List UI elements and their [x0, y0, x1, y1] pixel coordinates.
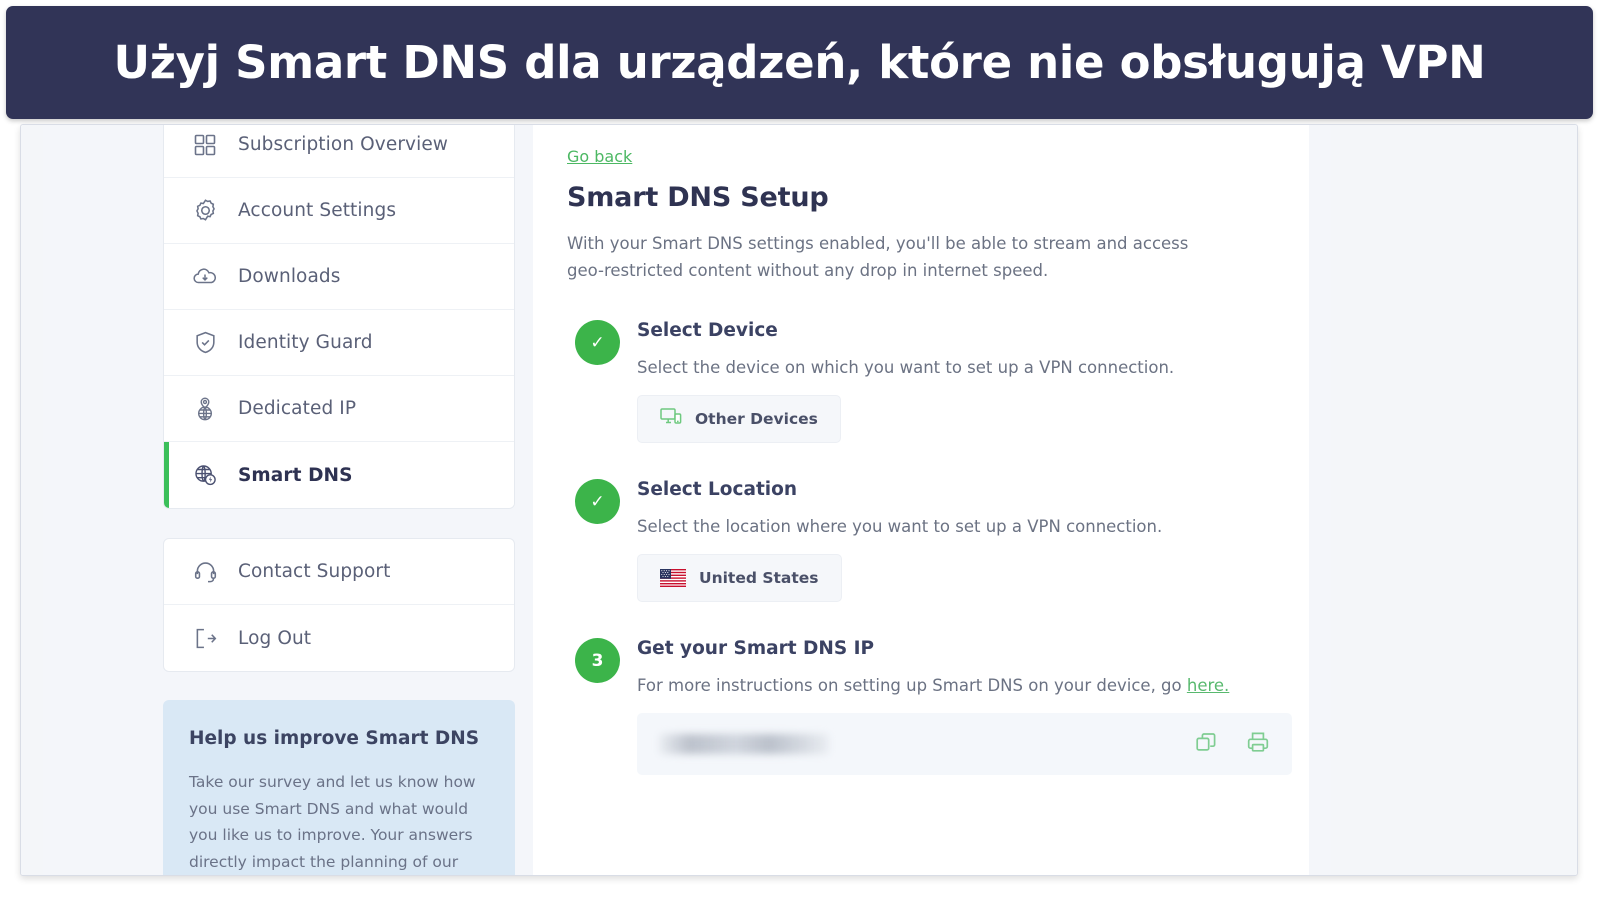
print-icon[interactable]	[1246, 730, 1270, 758]
page-description: With your Smart DNS settings enabled, yo…	[567, 234, 1189, 280]
chip-label: United States	[699, 569, 819, 588]
ip-field-actions	[1194, 730, 1270, 758]
sidebar-item-account-settings[interactable]: Account Settings	[164, 178, 514, 244]
sidebar-item-label: Subscription Overview	[238, 134, 449, 155]
step-description: Select the device on which you want to s…	[637, 358, 1175, 378]
step-select-device: ✓ Select Device Select the device on whi…	[567, 320, 1309, 444]
step-status-badge-check: ✓	[575, 320, 620, 366]
sidebar: Subscription Overview Account Settings D…	[163, 125, 515, 875]
step-description: Select the location where you want to se…	[637, 517, 1163, 537]
smart-dns-ip-field[interactable]	[637, 713, 1292, 776]
step-status-badge-check: ✓	[575, 479, 620, 525]
cloud-download-icon	[190, 262, 220, 292]
devices-icon	[660, 407, 682, 431]
chip-label: Other Devices	[695, 410, 818, 429]
logout-icon	[190, 623, 220, 653]
sidebar-item-smart-dns[interactable]: Smart DNS	[164, 442, 514, 508]
sidebar-item-downloads[interactable]: Downloads	[164, 244, 514, 310]
globe-bolt-icon	[190, 460, 220, 490]
sidebar-item-contact-support[interactable]: Contact Support	[164, 539, 514, 605]
ip-value-redacted	[659, 734, 829, 755]
sidebar-item-label: Account Settings	[238, 200, 397, 221]
sidebar-item-dedicated-ip[interactable]: Dedicated IP	[164, 376, 514, 442]
step-description-text: For more instructions on setting up Smar…	[637, 676, 1187, 696]
headset-icon	[190, 557, 220, 587]
headline-text: Użyj Smart DNS dla urządzeń, które nie o…	[113, 36, 1486, 89]
page-root: Użyj Smart DNS dla urządzeń, które nie o…	[0, 0, 1599, 899]
step-title: Select Location	[637, 479, 798, 501]
go-back-link[interactable]: Go back	[567, 147, 632, 166]
sidebar-item-label: Contact Support	[238, 561, 391, 582]
globe-pin-icon	[190, 394, 220, 424]
sidebar-item-log-out[interactable]: Log Out	[164, 605, 514, 671]
step-description: For more instructions on setting up Smar…	[637, 676, 1309, 695]
sidebar-item-label: Identity Guard	[238, 332, 373, 353]
gear-icon	[190, 196, 220, 226]
sidebar-item-subscription-overview[interactable]: Subscription Overview	[164, 125, 514, 178]
screenshot-card: Subscription Overview Account Settings D…	[20, 124, 1578, 876]
main-content: Go back Smart DNS Setup With your Smart …	[533, 125, 1309, 875]
help-panel: Help us improve Smart DNS Take our surve…	[163, 700, 515, 875]
app-window: Subscription Overview Account Settings D…	[21, 125, 1577, 875]
selected-device-chip[interactable]: Other Devices	[637, 395, 841, 444]
help-panel-title: Help us improve Smart DNS	[189, 728, 480, 749]
sidebar-item-label: Log Out	[238, 627, 312, 649]
sidebar-item-label: Smart DNS	[238, 464, 353, 486]
sidebar-item-label: Dedicated IP	[238, 398, 357, 419]
headline-banner: Użyj Smart DNS dla urządzeń, które nie o…	[6, 6, 1593, 119]
sidebar-item-label: Downloads	[238, 266, 341, 287]
us-flag-icon	[660, 569, 686, 588]
sidebar-item-identity-guard[interactable]: Identity Guard	[164, 310, 514, 376]
step-get-smart-dns-ip: 3 Get your Smart DNS IP For more instruc…	[567, 638, 1309, 776]
help-panel-body: Take our survey and let us know how you …	[189, 773, 476, 871]
copy-icon[interactable]	[1194, 730, 1218, 758]
step-select-location: ✓ Select Location Select the location wh…	[567, 479, 1309, 603]
step-status-badge-number: 3	[575, 638, 620, 684]
sidebar-secondary-card: Contact Support Log Out	[163, 538, 515, 672]
selected-location-chip[interactable]: United States	[637, 554, 842, 603]
page-title: Smart DNS Setup	[567, 182, 829, 213]
step-title: Get your Smart DNS IP	[637, 638, 875, 660]
grid-icon	[190, 130, 220, 160]
step-title: Select Device	[637, 320, 778, 342]
sidebar-primary-card: Subscription Overview Account Settings D…	[163, 125, 515, 509]
instructions-link[interactable]: here.	[1187, 676, 1229, 695]
shield-check-icon	[190, 328, 220, 358]
